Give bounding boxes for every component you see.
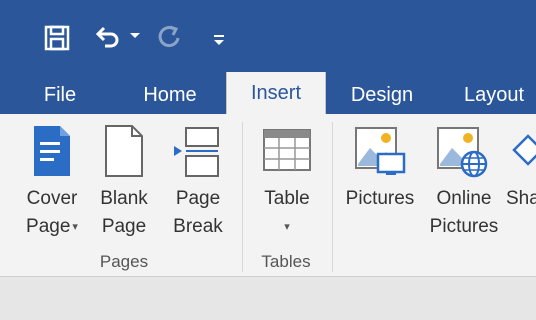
blank-page-label-1: Blank	[100, 188, 148, 209]
tab-design[interactable]: Design	[340, 80, 424, 110]
cover-page-label-2: Page ▾	[26, 216, 78, 237]
page-break-label-2: Break	[173, 216, 223, 237]
group-separator	[242, 122, 243, 272]
undo-icon[interactable]	[94, 25, 122, 49]
blank-page-label-2: Page	[101, 216, 147, 237]
tab-home[interactable]: Home	[130, 80, 210, 110]
group-separator	[332, 122, 333, 272]
table-label: Table	[264, 188, 310, 209]
blank-page-icon	[104, 124, 144, 183]
dropdown-caret-icon: ▾	[72, 221, 78, 234]
online-pictures-label-2: Pictures	[429, 216, 499, 237]
table-dropdown-caret-icon: ▾	[284, 221, 290, 234]
shapes-button[interactable]: Sha	[504, 114, 536, 250]
online-pictures-button[interactable]: Online Pictures	[428, 114, 500, 250]
tab-file[interactable]: File	[30, 80, 90, 110]
group-label-tables: Tables	[261, 252, 311, 271]
document-area[interactable]	[0, 277, 536, 320]
save-icon[interactable]	[44, 25, 70, 51]
page-break-icon	[172, 126, 222, 183]
redo-icon[interactable]	[156, 24, 184, 50]
title-bar	[0, 0, 536, 68]
ribbon-insert: Cover Page▾ Blank Page Page Break Pages	[0, 114, 536, 277]
cover-page-button[interactable]: Cover Page ▾	[14, 114, 90, 250]
page-break-button[interactable]: Page Break	[164, 114, 232, 250]
shapes-icon	[512, 132, 536, 181]
page-break-label-1: Page	[175, 188, 221, 209]
tab-layout[interactable]: Layout	[452, 80, 536, 110]
shapes-label: Sha	[506, 188, 536, 209]
cover-page-label-1: Cover	[26, 188, 78, 209]
blank-page-button[interactable]: Blank Page	[92, 114, 156, 250]
pictures-icon	[354, 126, 408, 185]
pictures-label: Pictures	[345, 188, 415, 209]
tab-insert[interactable]: Insert	[226, 72, 326, 114]
pictures-button[interactable]: Pictures	[340, 114, 420, 250]
table-icon	[262, 128, 312, 177]
table-button[interactable]: Table ▾	[252, 114, 322, 250]
undo-dropdown-icon[interactable]	[128, 25, 142, 47]
customize-qat-icon[interactable]	[210, 29, 228, 51]
group-label-pages: Pages	[99, 252, 149, 271]
cover-page-icon	[32, 124, 72, 183]
online-pictures-icon	[436, 126, 490, 185]
online-pictures-label-1: Online	[436, 188, 492, 209]
